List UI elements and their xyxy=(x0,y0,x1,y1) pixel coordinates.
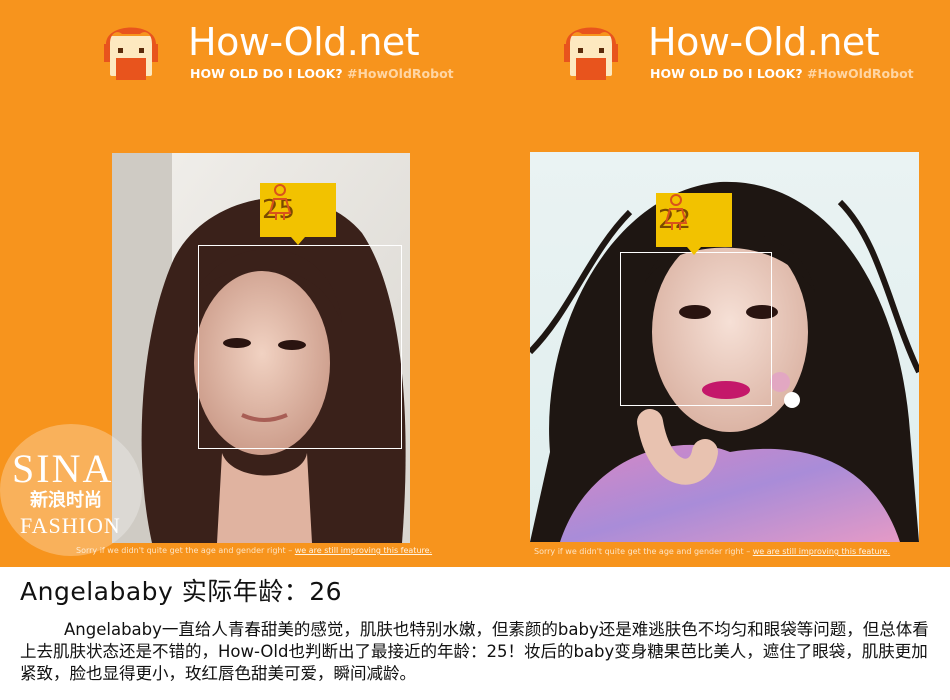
tagline: HOW OLD DO I LOOK? #HowOldRobot xyxy=(650,66,914,81)
hashtag[interactable]: #HowOldRobot xyxy=(347,66,454,81)
header-right: How-Old.net HOW OLD DO I LOOK? #HowOldRo… xyxy=(560,14,920,86)
watermark-line-sina: SINA xyxy=(12,446,114,491)
photo-right: 22 xyxy=(530,152,919,542)
hashtag[interactable]: #HowOldRobot xyxy=(807,66,914,81)
watermark-line-chinese: 新浪时尚 xyxy=(30,490,102,511)
robot-face-icon xyxy=(104,27,158,80)
face-detection-box xyxy=(620,252,772,406)
age-badge: 25 xyxy=(260,183,336,237)
female-icon xyxy=(664,194,688,230)
tagline: HOW OLD DO I LOOK? #HowOldRobot xyxy=(190,66,454,81)
face-detection-box xyxy=(198,245,402,449)
caption-title: Angelababy 实际年龄：26 xyxy=(20,577,343,606)
female-icon xyxy=(268,184,292,220)
disclaimer-right: Sorry if we didn't quite get the age and… xyxy=(534,547,890,556)
disclaimer-left: Sorry if we didn't quite get the age and… xyxy=(76,546,432,555)
improving-feature-link[interactable]: we are still improving this feature. xyxy=(295,546,432,555)
screenshot-stage: How-Old.net HOW OLD DO I LOOK? #HowOldRo… xyxy=(0,0,950,700)
header-left: How-Old.net HOW OLD DO I LOOK? #HowOldRo… xyxy=(100,14,460,86)
caption-body: Angelababy一直给人青春甜美的感觉，肌肤也特别水嫩，但素颜的baby还是… xyxy=(20,620,929,683)
photo-left: 25 xyxy=(112,153,410,543)
disclaimer-text: Sorry if we didn't quite get the age and… xyxy=(534,547,753,556)
robot-face-icon xyxy=(564,27,618,80)
age-badge-pointer xyxy=(291,237,305,245)
age-badge: 22 xyxy=(656,193,732,247)
tagline-text: HOW OLD DO I LOOK? xyxy=(190,66,343,81)
tagline-text: HOW OLD DO I LOOK? xyxy=(650,66,803,81)
improving-feature-link[interactable]: we are still improving this feature. xyxy=(753,547,890,556)
watermark-line-fashion: FASHION xyxy=(20,513,121,538)
brand-title[interactable]: How-Old.net xyxy=(188,20,420,64)
brand-title[interactable]: How-Old.net xyxy=(648,20,880,64)
disclaimer-text: Sorry if we didn't quite get the age and… xyxy=(76,546,295,555)
age-badge-pointer xyxy=(687,247,701,255)
